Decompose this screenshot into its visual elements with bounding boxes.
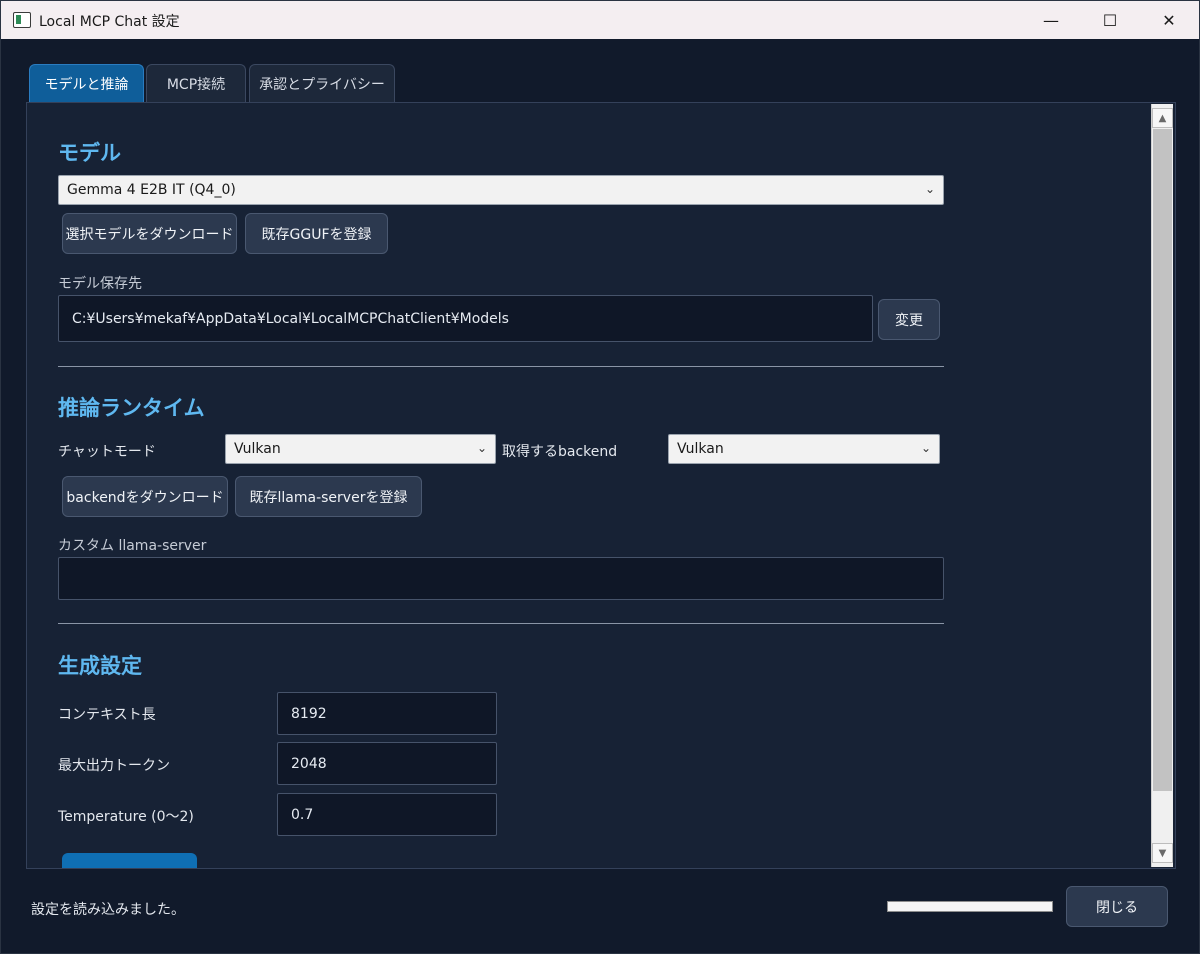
- context-length-label: コンテキスト長: [58, 707, 156, 723]
- chat-mode-value: Vulkan: [234, 441, 281, 457]
- maximize-button[interactable]: ☐: [1081, 1, 1139, 39]
- save-path-label: モデル保存先: [58, 276, 142, 292]
- model-select[interactable]: Gemma 4 E2B IT (Q4_0) ⌄: [58, 175, 944, 205]
- section-divider: [58, 366, 944, 367]
- save-path-input[interactable]: C:¥Users¥mekaf¥AppData¥Local¥LocalMCPCha…: [58, 295, 873, 342]
- change-path-button[interactable]: 変更: [878, 299, 940, 340]
- model-select-value: Gemma 4 E2B IT (Q4_0): [67, 182, 236, 198]
- scroll-up-icon[interactable]: ▲: [1152, 108, 1173, 128]
- backend-value: Vulkan: [677, 441, 724, 457]
- temperature-label: Temperature (0〜2): [58, 809, 194, 825]
- custom-server-input[interactable]: [58, 557, 944, 600]
- chevron-down-icon: ⌄: [476, 441, 487, 455]
- close-button[interactable]: 閉じる: [1066, 886, 1168, 927]
- register-llama-server-button[interactable]: 既存llama-serverを登録: [235, 476, 422, 517]
- vertical-scrollbar[interactable]: ▲ ▼: [1151, 104, 1173, 867]
- app-icon: [13, 12, 31, 28]
- temperature-input[interactable]: 0.7: [277, 793, 497, 836]
- download-model-button[interactable]: 選択モデルをダウンロード: [62, 213, 237, 254]
- settings-panel: モデル Gemma 4 E2B IT (Q4_0) ⌄ 選択モデルをダウンロード…: [26, 102, 1176, 869]
- chevron-down-icon: ⌄: [920, 441, 931, 455]
- tab-approval-privacy[interactable]: 承認とプライバシー: [249, 64, 395, 103]
- tab-mcp-connection[interactable]: MCP接続: [146, 64, 246, 103]
- custom-server-label: カスタム llama-server: [58, 538, 207, 554]
- context-length-input[interactable]: 8192: [277, 692, 497, 735]
- chevron-down-icon: ⌄: [924, 182, 935, 196]
- save-button[interactable]: [62, 853, 197, 868]
- tab-model-inference[interactable]: モデルと推論: [29, 64, 144, 103]
- chat-mode-label: チャットモード: [58, 444, 156, 460]
- generation-section-title: 生成設定: [58, 654, 142, 678]
- title-bar: Local MCP Chat 設定 — ☐ ✕: [1, 1, 1199, 39]
- model-section-title: モデル: [58, 141, 121, 165]
- section-divider: [58, 623, 944, 624]
- settings-window: Local MCP Chat 設定 — ☐ ✕ モデルと推論 MCP接続 承認と…: [0, 0, 1200, 954]
- window-title: Local MCP Chat 設定: [39, 14, 180, 30]
- max-tokens-input[interactable]: 2048: [277, 742, 497, 785]
- runtime-section-title: 推論ランタイム: [58, 396, 205, 420]
- max-tokens-label: 最大出力トークン: [58, 758, 170, 774]
- backend-select[interactable]: Vulkan ⌄: [668, 434, 940, 464]
- download-backend-button[interactable]: backendをダウンロード: [62, 476, 228, 517]
- chat-mode-select[interactable]: Vulkan ⌄: [225, 434, 496, 464]
- close-window-button[interactable]: ✕: [1140, 1, 1198, 39]
- progress-bar: [887, 901, 1053, 912]
- status-message: 設定を読み込みました。: [31, 902, 185, 918]
- register-gguf-button[interactable]: 既存GGUFを登録: [245, 213, 388, 254]
- scrollbar-thumb[interactable]: [1153, 129, 1172, 791]
- backend-label: 取得するbackend: [502, 444, 618, 460]
- minimize-button[interactable]: —: [1022, 1, 1080, 39]
- scroll-down-icon[interactable]: ▼: [1152, 843, 1173, 863]
